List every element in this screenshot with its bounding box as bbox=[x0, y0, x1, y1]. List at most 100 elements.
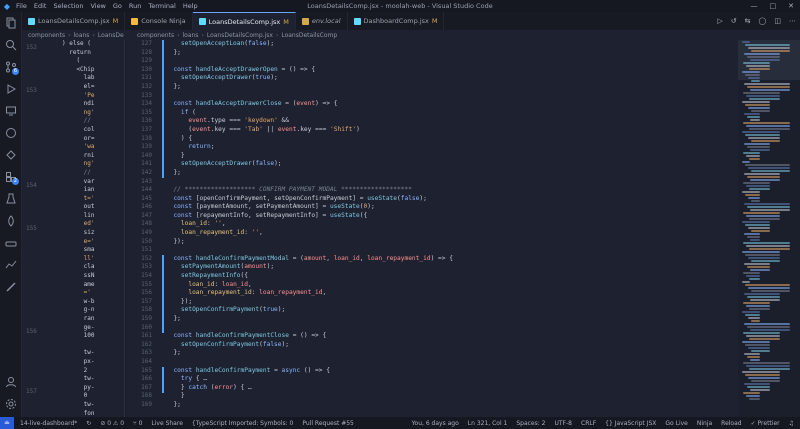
code-line: col bbox=[62, 125, 95, 133]
ports-indicator[interactable]: ⑂ 0 bbox=[133, 420, 142, 427]
editor-tab[interactable]: Console Ninja bbox=[125, 12, 193, 30]
line-number: 148 bbox=[141, 220, 152, 228]
extensions-icon[interactable]: 2 bbox=[0, 166, 22, 188]
minimap-line bbox=[748, 347, 770, 349]
code-line: ng' bbox=[62, 108, 95, 116]
compare-icon[interactable]: ⇆ bbox=[745, 17, 751, 25]
testing-icon[interactable] bbox=[0, 188, 22, 210]
left-line-numbers: 152 153 154 155 156 157 bbox=[22, 40, 58, 417]
remote-explorer-icon[interactable] bbox=[0, 100, 22, 122]
problems-indicator[interactable]: ⊘ 0 ⚠ 0 bbox=[100, 420, 124, 427]
minimap-line bbox=[746, 245, 790, 247]
code-line: ) else ( bbox=[62, 40, 91, 47]
line-number: 147 bbox=[141, 211, 152, 219]
more-actions-icon[interactable]: ⋯ bbox=[789, 17, 796, 25]
indentation[interactable]: Spaces: 2 bbox=[516, 420, 545, 427]
breadcrumb-separator-icon: › bbox=[177, 31, 180, 39]
menu-item-terminal[interactable]: Terminal bbox=[148, 2, 175, 10]
ninja-status[interactable]: Ninja bbox=[697, 420, 712, 427]
minimap-line bbox=[744, 173, 780, 175]
mongodb-icon[interactable] bbox=[0, 210, 22, 232]
menu-item-help[interactable]: Help bbox=[183, 2, 198, 10]
editor-tab[interactable]: DashboardComp.jsx M bbox=[348, 12, 445, 30]
minimize-icon[interactable]: — bbox=[751, 2, 758, 10]
end-of-line[interactable]: CRLF bbox=[581, 420, 596, 427]
live-share-button[interactable]: Live Share bbox=[151, 420, 182, 427]
minimap-line bbox=[748, 197, 760, 199]
menu-item-selection[interactable]: Selection bbox=[53, 2, 83, 10]
source-control-icon[interactable]: 6 bbox=[0, 56, 22, 78]
breadcrumb-item[interactable]: LoansDe bbox=[98, 32, 124, 39]
status-bar: ≐ 14-live-dashboard* ↻ ⊘ 0 ⚠ 0 ⑂ 0 Live … bbox=[0, 417, 800, 429]
branch-indicator[interactable]: 14-live-dashboard* bbox=[20, 420, 77, 427]
left-code-view[interactable]: ) else ( return ( <Chip lab el= 'Pe ndi … bbox=[62, 40, 122, 417]
cursor-position[interactable]: Ln 321, Col 1 bbox=[468, 420, 508, 427]
breadcrumb-item[interactable]: components bbox=[28, 32, 65, 39]
editor-tab[interactable]: env.local bbox=[296, 12, 348, 30]
code-line: lin bbox=[62, 211, 95, 219]
open-changes-icon[interactable]: ◯ bbox=[759, 17, 767, 25]
menu-item-edit[interactable]: Edit bbox=[34, 2, 47, 10]
encoding[interactable]: UTF-8 bbox=[555, 420, 573, 427]
explorer-icon[interactable] bbox=[0, 12, 22, 34]
pull-request-indicator[interactable]: Pull Request #55 bbox=[302, 420, 354, 427]
minimap-line bbox=[744, 203, 790, 205]
line-number: 157 bbox=[141, 297, 152, 305]
code-content[interactable]: setOpenAcceptLoan(false); }; const handl… bbox=[166, 40, 736, 417]
maximize-icon[interactable]: □ bbox=[770, 2, 777, 10]
search-icon[interactable] bbox=[0, 34, 22, 56]
tab-modified-indicator: M bbox=[112, 17, 119, 25]
minimap-line bbox=[743, 92, 780, 94]
minimap-line bbox=[746, 335, 780, 337]
minimap-line bbox=[742, 71, 760, 73]
edit-icon[interactable] bbox=[0, 276, 22, 298]
split-editor-icon[interactable]: ◫ bbox=[774, 17, 781, 25]
run-icon[interactable]: ▷ bbox=[717, 17, 722, 25]
menu-item-view[interactable]: View bbox=[90, 2, 105, 10]
live-preview-icon[interactable]: ↺ bbox=[731, 17, 737, 25]
typescript-info[interactable]: {TypeScript Imported: Symbols: 0 bbox=[192, 420, 293, 427]
github-icon[interactable] bbox=[0, 122, 22, 144]
settings-gear-icon[interactable] bbox=[0, 393, 22, 415]
code-editor[interactable]: 127 128 129 130 131 132 133 134 135 136 137 138 139 1… bbox=[126, 40, 738, 417]
remote-indicator-icon[interactable]: ≐ bbox=[0, 417, 14, 429]
account-icon[interactable] bbox=[0, 371, 22, 393]
notifications-bell-icon[interactable]: ♫ bbox=[789, 420, 794, 427]
minimap-line bbox=[742, 221, 770, 223]
close-icon[interactable]: ✕ bbox=[788, 2, 794, 10]
run-debug-icon[interactable] bbox=[0, 78, 22, 100]
tab-modified-indicator: M bbox=[431, 17, 438, 25]
prettier-status[interactable]: ✓ Prettier bbox=[751, 420, 780, 427]
line-number: 139 bbox=[141, 143, 152, 151]
code-line: setPaymentAmount(amount); bbox=[180, 263, 275, 271]
minimap-line bbox=[744, 353, 760, 355]
menu-item-file[interactable]: File bbox=[16, 2, 27, 10]
editor-tab[interactable]: LoansDetailsComp.jsx M bbox=[192, 12, 296, 30]
minimap-line bbox=[745, 194, 760, 196]
menu-item-go[interactable]: Go bbox=[113, 2, 122, 10]
sync-icon[interactable]: ↻ bbox=[86, 420, 91, 427]
minimap-line bbox=[742, 311, 760, 313]
file-type-icon bbox=[301, 17, 309, 25]
language-mode[interactable]: {} JavaScript JSX bbox=[605, 420, 656, 427]
menu-item-run[interactable]: Run bbox=[129, 2, 141, 10]
breadcrumb-item[interactable]: loans bbox=[182, 32, 198, 39]
editor-tab[interactable]: LoansDetailsComp.jsx M bbox=[22, 12, 126, 30]
breadcrumb-item[interactable]: LoansDetailsComp bbox=[281, 32, 337, 39]
timeline-icon[interactable] bbox=[0, 254, 22, 276]
minimap-line bbox=[746, 215, 780, 217]
minimap-line bbox=[751, 110, 770, 112]
git-blame-info[interactable]: You, 6 days ago bbox=[412, 420, 459, 427]
ninja-icon[interactable] bbox=[0, 144, 22, 166]
go-live-button[interactable]: Go Live bbox=[665, 420, 687, 427]
title-bar: ◆ File Edit Selection View Go Run Terminal Help… bbox=[0, 0, 800, 12]
line-number: 136 bbox=[141, 117, 152, 125]
docker-icon[interactable] bbox=[0, 232, 22, 254]
breadcrumb-item[interactable]: LoansDetailsComp.jsx bbox=[207, 32, 273, 39]
minimap[interactable] bbox=[738, 40, 800, 417]
reload-button[interactable]: Reload bbox=[721, 420, 741, 427]
breadcrumb-item[interactable]: loans bbox=[73, 32, 89, 39]
breadcrumb-item[interactable]: components bbox=[137, 32, 174, 39]
minimap-line bbox=[742, 41, 750, 43]
minimap-line bbox=[746, 65, 770, 67]
